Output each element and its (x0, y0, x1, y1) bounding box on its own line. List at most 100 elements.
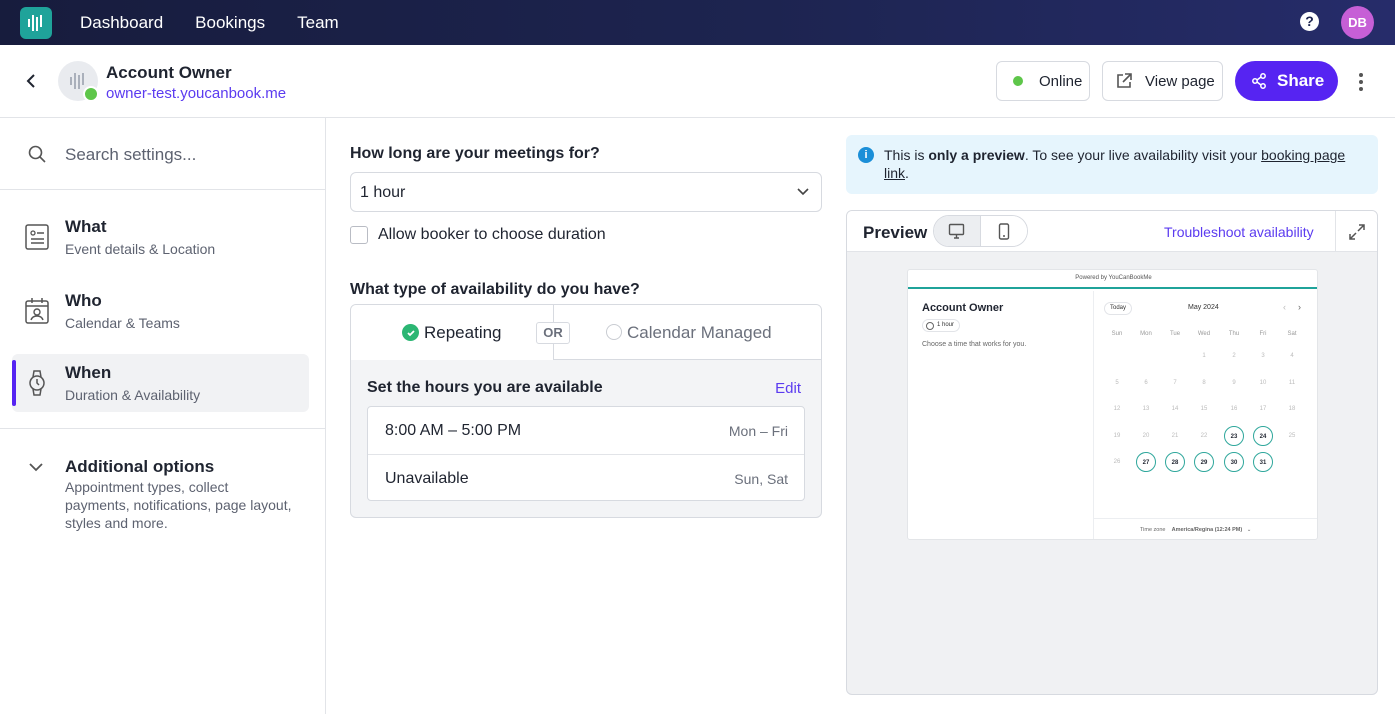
sidebar-divider (0, 428, 325, 429)
search-icon (28, 145, 46, 163)
more-options-icon[interactable] (1354, 71, 1368, 93)
available-day[interactable]: 23 (1224, 426, 1244, 446)
availability-card: Repeating Calendar Managed OR Set the ho… (350, 304, 822, 518)
view-page-label: View page (1145, 72, 1215, 90)
calendar-day: 25 (1288, 433, 1296, 439)
available-day[interactable]: 31 (1253, 452, 1273, 472)
allow-choose-duration-checkbox[interactable] (350, 226, 368, 244)
hours-row: Unavailable Sun, Sat (368, 454, 804, 501)
today-button[interactable]: Today (1104, 302, 1132, 315)
mobile-icon (998, 222, 1009, 240)
calendar-day: 14 (1171, 406, 1179, 412)
settings-sidebar: Search settings... What Event details & … (0, 118, 326, 714)
allow-choose-duration-label: Allow booker to choose duration (378, 226, 606, 243)
sidebar-item-subtitle: Calendar & Teams (65, 315, 180, 331)
search-placeholder: Search settings... (65, 145, 197, 164)
tab-repeating[interactable]: Repeating (351, 305, 553, 360)
weekday-label: Tue (1169, 331, 1181, 337)
availability-tabs: Repeating Calendar Managed OR (351, 305, 821, 360)
tab-calendar-managed-label: Calendar Managed (627, 323, 772, 342)
user-avatar[interactable]: DB (1341, 6, 1374, 39)
page-title: Account Owner (106, 63, 232, 82)
nav-links: Dashboard Bookings Team (80, 13, 339, 33)
preview-instructions: Choose a time that works for you. (922, 341, 1027, 348)
view-page-button[interactable]: View page (1102, 61, 1223, 101)
calendar-day: 21 (1171, 433, 1179, 439)
available-day[interactable]: 30 (1224, 452, 1244, 472)
share-button[interactable]: Share (1235, 61, 1338, 101)
hours-days: Sun, Sat (734, 471, 788, 487)
powered-by-bar: Powered by YouCanBookMe (908, 270, 1317, 289)
available-day[interactable]: 27 (1136, 452, 1156, 472)
calendar-day: 26 (1113, 459, 1121, 465)
calendar-day: 22 (1200, 433, 1208, 439)
notice-text: This is only a preview. To see your live… (884, 146, 1354, 182)
sidebar-item-who[interactable]: Who Calendar & Teams (12, 282, 309, 340)
nav-bookings[interactable]: Bookings (195, 13, 265, 33)
prev-month-icon[interactable]: ‹ (1283, 302, 1286, 312)
calendar-day: 20 (1142, 433, 1150, 439)
expand-preview-button[interactable] (1335, 211, 1377, 252)
available-day[interactable]: 24 (1253, 426, 1273, 446)
nav-dashboard[interactable]: Dashboard (80, 13, 163, 33)
nav-team[interactable]: Team (297, 13, 339, 33)
radio-empty-icon (606, 324, 622, 340)
duration-select[interactable]: 1 hour (350, 172, 822, 212)
desktop-view-button[interactable] (934, 216, 981, 246)
tab-repeating-label: Repeating (424, 323, 502, 342)
calendar-day: 19 (1113, 433, 1121, 439)
booking-url-link[interactable]: owner-test.youcanbook.me (106, 85, 286, 102)
preview-panel: Preview Troubleshoot availability Powere… (846, 210, 1378, 695)
weekday-label: Thu (1228, 331, 1240, 337)
calendar-day: 11 (1288, 380, 1296, 386)
tab-calendar-managed[interactable]: Calendar Managed (553, 305, 821, 360)
calendar-day: 8 (1202, 380, 1206, 386)
top-nav: Dashboard Bookings Team ? DB (0, 0, 1395, 45)
app-logo-icon[interactable] (20, 6, 52, 39)
back-arrow-icon[interactable] (22, 72, 40, 90)
timezone-value[interactable]: America/Regina (12:24 PM) (1172, 527, 1243, 533)
calendar-day: 12 (1113, 406, 1121, 412)
available-day[interactable]: 29 (1194, 452, 1214, 472)
notice-bold: only a preview (928, 147, 1025, 163)
search-settings-input[interactable]: Search settings... (0, 118, 325, 190)
help-icon[interactable]: ? (1300, 12, 1319, 31)
calendar-day: 6 (1144, 380, 1148, 386)
preview-notice: i This is only a preview. To see your li… (846, 135, 1378, 194)
available-day[interactable]: 28 (1165, 452, 1185, 472)
booking-page-preview: Powered by YouCanBookMe Account Owner 1 … (907, 269, 1318, 540)
weekday-label: Wed (1197, 331, 1211, 337)
online-status-button[interactable]: Online (996, 61, 1090, 101)
preview-title: Preview (863, 223, 928, 242)
sidebar-item-title: What (65, 217, 107, 236)
calendar-day: 16 (1230, 406, 1238, 412)
sidebar-item-title: When (65, 363, 112, 382)
sidebar-item-what[interactable]: What Event details & Location (12, 208, 309, 266)
timezone-label: Time zone (1140, 527, 1166, 533)
calendar-day: 2 (1232, 353, 1236, 359)
sidebar-item-subtitle: Event details & Location (65, 241, 216, 257)
notice-text-start: This is (884, 147, 929, 163)
next-month-icon[interactable]: › (1298, 302, 1301, 312)
timezone-bar: Time zone America/Regina (12:24 PM) ⌄ (1094, 518, 1317, 539)
calendar-day: 17 (1259, 406, 1267, 412)
calendar-day: 4 (1290, 353, 1294, 359)
chevron-down-icon (29, 463, 43, 472)
preview-duration-badge: 1 hour (922, 319, 961, 332)
notice-text-end: . (905, 165, 909, 181)
preview-event-info: Account Owner 1 hour Choose a time that … (908, 291, 1094, 539)
preview-header: Preview Troubleshoot availability (847, 211, 1377, 252)
calendar-day: 13 (1142, 406, 1150, 412)
hours-days: Mon – Fri (728, 423, 788, 439)
hours-row: 8:00 AM – 5:00 PM Mon – Fri (368, 407, 804, 454)
availability-question: What type of availability do you have? (350, 281, 640, 298)
sidebar-item-when[interactable]: When Duration & Availability (12, 354, 309, 412)
edit-hours-link[interactable]: Edit (775, 380, 801, 397)
mobile-view-button[interactable] (980, 216, 1027, 246)
calendar-day: 18 (1288, 406, 1296, 412)
troubleshoot-availability-link[interactable]: Troubleshoot availability (1164, 224, 1314, 240)
calendar-day: 3 (1261, 353, 1265, 359)
preview-owner-name: Account Owner (922, 302, 1004, 314)
document-icon (25, 224, 49, 250)
calendar-day: 5 (1115, 380, 1119, 386)
